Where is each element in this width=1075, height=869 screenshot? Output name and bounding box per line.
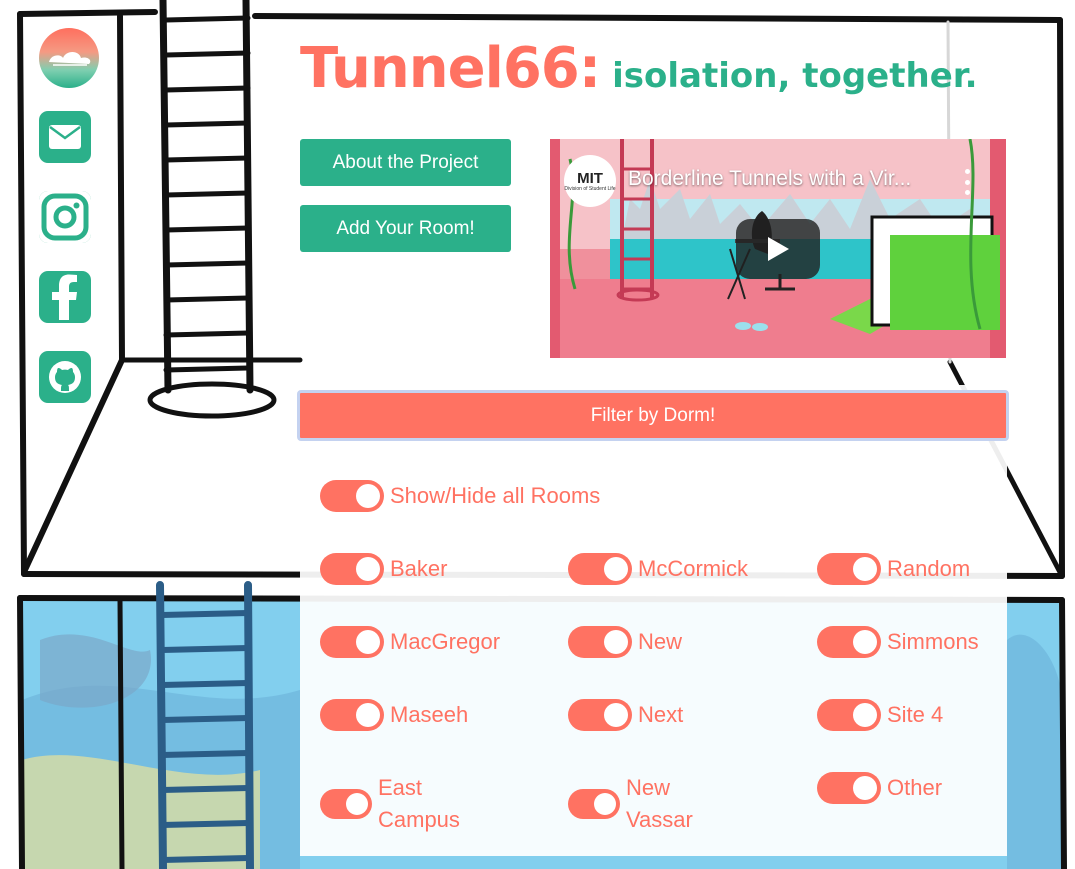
toggle-dorm-simmons[interactable]: Simmons [817, 626, 979, 658]
toggle-switch[interactable] [568, 789, 620, 819]
more-options-icon[interactable] [964, 169, 970, 195]
facebook-icon[interactable] [39, 271, 91, 323]
filter-by-dorm-button[interactable]: Filter by Dorm! [297, 390, 1009, 441]
toggle-label: Maseeh [390, 702, 469, 727]
toggle-switch[interactable] [320, 553, 384, 585]
about-project-button[interactable]: About the Project [300, 139, 511, 186]
toggle-knob [356, 630, 380, 654]
toggle-knob [853, 630, 877, 654]
cloud-logo-icon[interactable] [39, 28, 99, 88]
toggle-knob [604, 630, 628, 654]
toggle-knob [356, 484, 380, 508]
toggle-label: Site 4 [887, 702, 944, 727]
toggle-switch[interactable] [320, 699, 384, 731]
envelope-icon[interactable] [39, 111, 91, 163]
toggle-label: New Vassar [626, 775, 693, 832]
video-embed[interactable]: MIT Division of Student Life Borderline … [550, 139, 1006, 358]
toggle-switch[interactable] [320, 480, 384, 512]
toggle-dorm-baker[interactable]: Baker [320, 553, 447, 585]
toggle-label: McCormick [638, 556, 748, 581]
toggle-switch[interactable] [320, 789, 372, 819]
site-subtitle: isolation, together. [612, 56, 978, 96]
toggle-label: Other [887, 775, 943, 800]
play-icon[interactable] [736, 219, 820, 279]
toggle-knob [594, 793, 616, 815]
toggle-switch[interactable] [817, 772, 881, 804]
page-title: Tunnel66: isolation, together. [300, 36, 978, 101]
toggle-dorm-site-4[interactable]: Site 4 [817, 699, 943, 731]
toggle-label: New [638, 629, 683, 654]
toggle-dorm-east-campus[interactable]: East Campus [320, 772, 460, 836]
toggle-switch[interactable] [817, 699, 881, 731]
video-title[interactable]: Borderline Tunnels with a Vir... [628, 167, 911, 191]
toggle-dorm-new-vassar[interactable]: New Vassar [568, 772, 706, 836]
toggle-label: East Campus [378, 775, 460, 832]
toggle-switch[interactable] [320, 626, 384, 658]
toggle-knob [604, 557, 628, 581]
toggle-label: Random [887, 556, 971, 581]
toggle-dorm-next[interactable]: Next [568, 699, 683, 731]
toggle-label: Show/Hide all Rooms [390, 483, 601, 508]
toggle-label: Baker [390, 556, 448, 581]
toggle-all-rooms[interactable]: Show/Hide all Rooms [320, 480, 600, 512]
toggle-knob [853, 776, 877, 800]
toggle-knob [853, 557, 877, 581]
toggle-switch[interactable] [817, 626, 881, 658]
toggle-switch[interactable] [568, 699, 632, 731]
toggle-switch[interactable] [568, 626, 632, 658]
site-title: Tunnel66: [300, 36, 601, 101]
toggle-dorm-mccormick[interactable]: McCormick [568, 553, 748, 585]
toggle-knob [604, 703, 628, 727]
toggle-switch[interactable] [817, 553, 881, 585]
toggle-knob [853, 703, 877, 727]
toggle-knob [346, 793, 368, 815]
toggle-dorm-other[interactable]: Other [817, 772, 942, 804]
instagram-icon[interactable] [39, 191, 91, 243]
toggle-label: Next [638, 702, 684, 727]
toggle-dorm-macgregor[interactable]: MacGregor [320, 626, 500, 658]
toggle-knob [356, 557, 380, 581]
toggle-dorm-new[interactable]: New [568, 626, 682, 658]
add-room-button[interactable]: Add Your Room! [300, 205, 511, 252]
channel-subtext: Division of Student Life [564, 185, 616, 192]
toggle-switch[interactable] [568, 553, 632, 585]
channel-avatar[interactable]: MIT Division of Student Life [564, 155, 616, 207]
channel-logo-text: MIT [577, 169, 603, 187]
toggle-dorm-random[interactable]: Random [817, 553, 970, 585]
toggle-knob [356, 703, 380, 727]
github-icon[interactable] [39, 351, 91, 403]
toggle-dorm-maseeh[interactable]: Maseeh [320, 699, 468, 731]
toggle-label: Simmons [887, 629, 979, 654]
toggle-label: MacGregor [390, 629, 501, 654]
